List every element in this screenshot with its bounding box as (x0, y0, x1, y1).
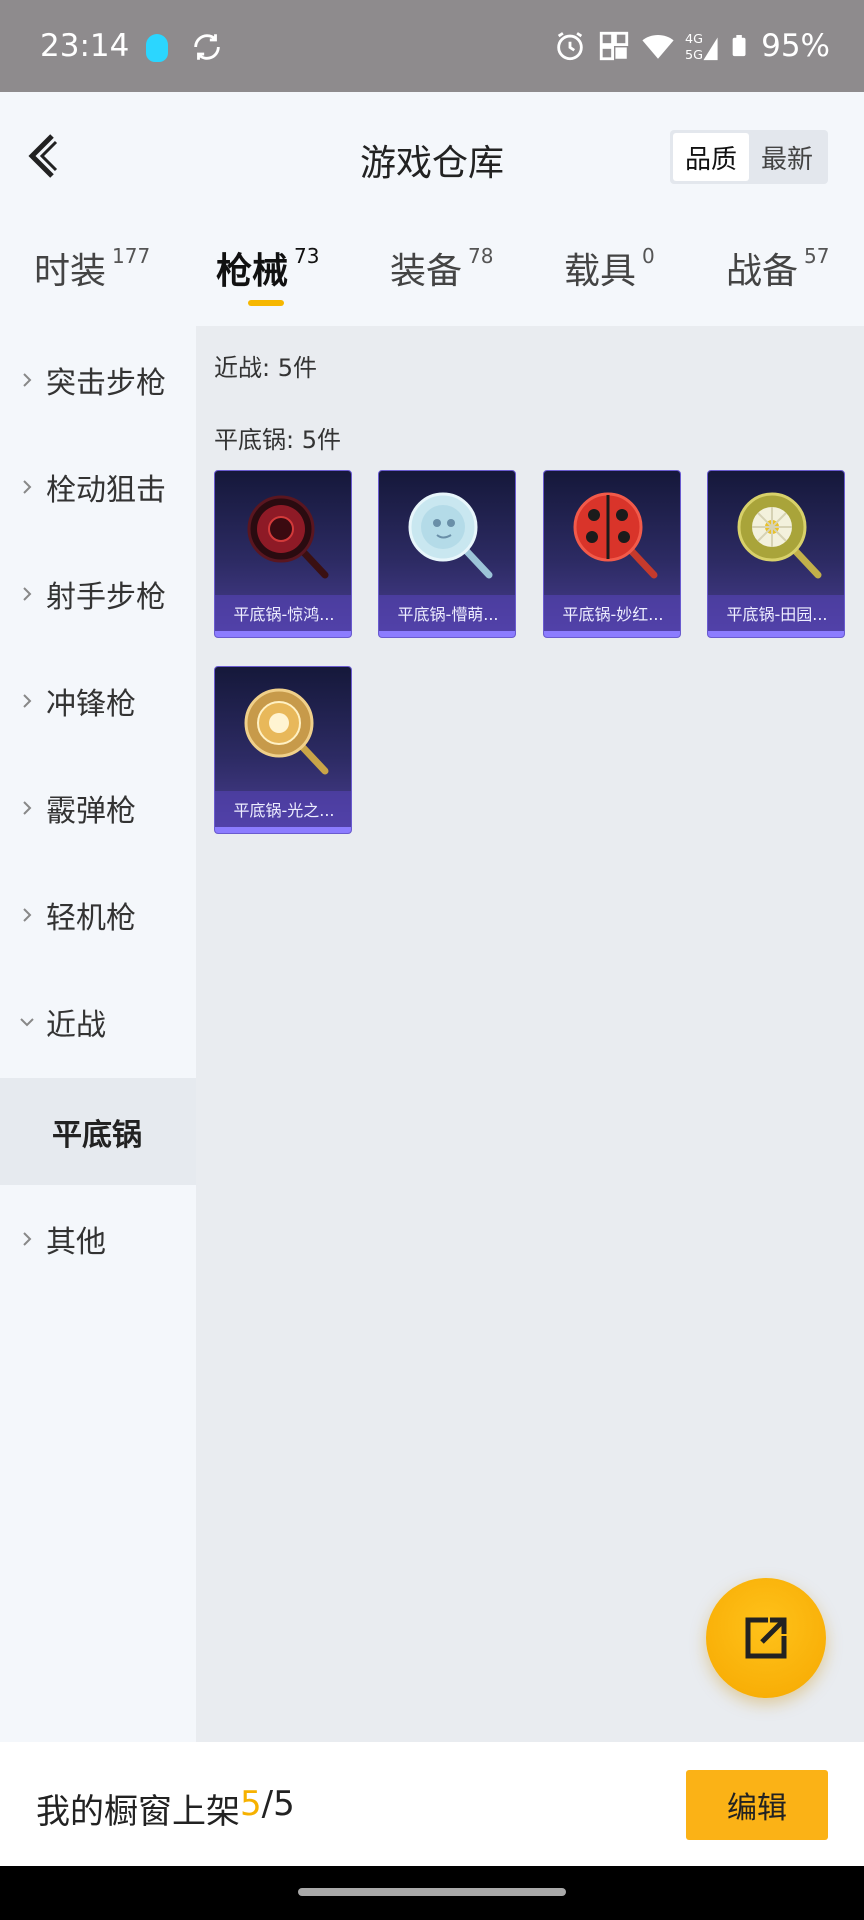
showcase-total-count: /5 (261, 1784, 295, 1824)
showcase-status-label: 我的橱窗上架 (36, 1792, 240, 1832)
active-tab-indicator (248, 300, 284, 306)
weapon-category-sidebar: 突击步枪 栓动狙击 射手步枪 冲锋枪 霰弹枪 轻机枪 近战 平底锅 其他 (0, 326, 196, 1742)
item-card-label: 平底锅-妙红... (544, 595, 680, 631)
item-card[interactable]: 平底锅-田园... (707, 470, 845, 638)
sidebar-item-smg[interactable]: 冲锋枪 (0, 647, 196, 754)
share-fab-button[interactable] (706, 1578, 826, 1698)
tab-equipment[interactable]: 装备 78 (390, 242, 493, 294)
sidebar-item-label: 突击步枪 (46, 365, 166, 401)
pan-ladybug-icon (573, 492, 658, 579)
notification-bubble-icon (146, 34, 168, 62)
tab-count: 0 (642, 244, 655, 268)
svg-text:5G: 5G (685, 48, 703, 63)
app-root: 23:14 4G 5G 95% 游戏仓库 品质 最新 时装 177 枪械 73 … (0, 0, 864, 1920)
battery-icon (732, 35, 746, 57)
rarity-strip (379, 631, 515, 637)
wifi-icon (642, 35, 674, 59)
tab-label: 载具 (564, 251, 637, 292)
chevron-right-icon (23, 586, 32, 601)
signal-4g5g-icon: 4G 5G (685, 32, 718, 63)
item-card-label: 平底锅-惊鸿... (215, 595, 351, 631)
tab-fashion[interactable]: 时装 177 (34, 242, 150, 294)
page-header: 游戏仓库 品质 最新 (0, 92, 864, 220)
tab-label: 枪械 (216, 251, 289, 292)
sidebar-item-bolt-sniper[interactable]: 栓动狙击 (0, 433, 196, 540)
chevron-right-icon (23, 372, 32, 387)
item-card-label: 平底锅-光之... (215, 791, 351, 827)
edit-button[interactable]: 编辑 (686, 1770, 828, 1840)
nfc-icon (599, 31, 629, 61)
sidebar-item-label: 栓动狙击 (46, 472, 166, 508)
showcase-footer: 我的橱窗上架 5 /5 编辑 (0, 1742, 864, 1866)
sidebar-item-label: 冲锋枪 (46, 686, 136, 722)
chevron-right-icon (23, 479, 32, 494)
battery-percent: 95% (761, 28, 830, 64)
tab-firearms[interactable]: 枪械 73 (216, 242, 319, 294)
tab-combat-gear[interactable]: 战备 57 (726, 242, 829, 294)
item-card-label: 平底锅-懵萌... (379, 595, 515, 631)
sidebar-item-other[interactable]: 其他 (0, 1185, 196, 1292)
item-card[interactable]: 平底锅-懵萌... (378, 470, 516, 638)
sidebar-item-lmg[interactable]: 轻机枪 (0, 861, 196, 968)
rarity-strip (708, 631, 844, 637)
showcase-status: 我的橱窗上架 5 /5 (36, 1784, 295, 1833)
tab-vehicles[interactable]: 载具 0 (564, 242, 655, 294)
tab-count: 57 (804, 244, 830, 268)
share-external-icon (745, 1617, 787, 1659)
item-card-label: 平底锅-田园... (708, 595, 844, 631)
sidebar-item-label: 轻机枪 (46, 900, 136, 936)
tab-label: 时装 (34, 251, 107, 292)
chevron-right-icon (23, 800, 32, 815)
status-time: 23:14 (40, 28, 130, 64)
chevron-right-icon (23, 1231, 32, 1246)
sidebar-item-shotgun[interactable]: 霰弹枪 (0, 754, 196, 861)
sync-icon (194, 34, 220, 60)
pan-daisy-icon (737, 492, 822, 579)
svg-text:4G: 4G (685, 32, 703, 47)
item-content-area: 近战: 5件 平底锅: 5件 平底锅-惊鸿... 平底锅-懵萌... 平底锅-妙… (196, 326, 864, 1742)
sort-toggle[interactable]: 品质 最新 (670, 130, 828, 184)
tab-count: 177 (112, 244, 151, 268)
sidebar-subitem-label: 平底锅 (52, 1117, 142, 1153)
sidebar-item-melee[interactable]: 近战 (0, 968, 196, 1075)
sort-option-newest[interactable]: 最新 (749, 133, 825, 181)
tab-count: 73 (294, 244, 320, 268)
sidebar-item-label: 射手步枪 (46, 579, 166, 615)
sidebar-item-assault-rifle[interactable]: 突击步枪 (0, 326, 196, 433)
pan-light-blue-icon (408, 492, 493, 579)
tab-label: 战备 (726, 251, 799, 292)
item-card[interactable]: 平底锅-惊鸿... (214, 470, 352, 638)
rarity-strip (215, 631, 351, 637)
item-card[interactable]: 平底锅-光之... (214, 666, 352, 834)
home-indicator[interactable] (298, 1888, 566, 1896)
pan-dragon-red-icon (247, 495, 329, 579)
rarity-strip (544, 631, 680, 637)
chevron-right-icon (23, 693, 32, 708)
sidebar-item-label: 近战 (46, 1007, 106, 1043)
rarity-strip (215, 827, 351, 833)
sort-option-quality[interactable]: 品质 (673, 133, 749, 181)
system-nav-bar (0, 1866, 864, 1920)
alarm-icon (557, 32, 583, 61)
item-card[interactable]: 平底锅-妙红... (543, 470, 681, 638)
chevron-right-icon (23, 907, 32, 922)
tab-label: 装备 (390, 251, 463, 292)
subgroup-heading: 平底锅: 5件 (214, 426, 341, 454)
category-tabs: 时装 177 枪械 73 装备 78 载具 0 战备 57 (0, 220, 864, 326)
group-heading: 近战: 5件 (214, 354, 317, 382)
pan-golden-icon (244, 688, 329, 775)
showcase-current-count: 5 (240, 1784, 262, 1824)
chevron-down-icon (20, 1017, 34, 1026)
sidebar-item-label: 霰弹枪 (46, 793, 136, 829)
status-icons: 4G 5G 95% (553, 26, 830, 66)
sidebar-item-label: 其他 (46, 1224, 106, 1260)
sidebar-subitem-frying-pan[interactable]: 平底锅 (0, 1078, 196, 1185)
sidebar-item-marksman-rifle[interactable]: 射手步枪 (0, 540, 196, 647)
tab-count: 78 (468, 244, 494, 268)
status-bar: 23:14 4G 5G 95% (0, 0, 864, 92)
